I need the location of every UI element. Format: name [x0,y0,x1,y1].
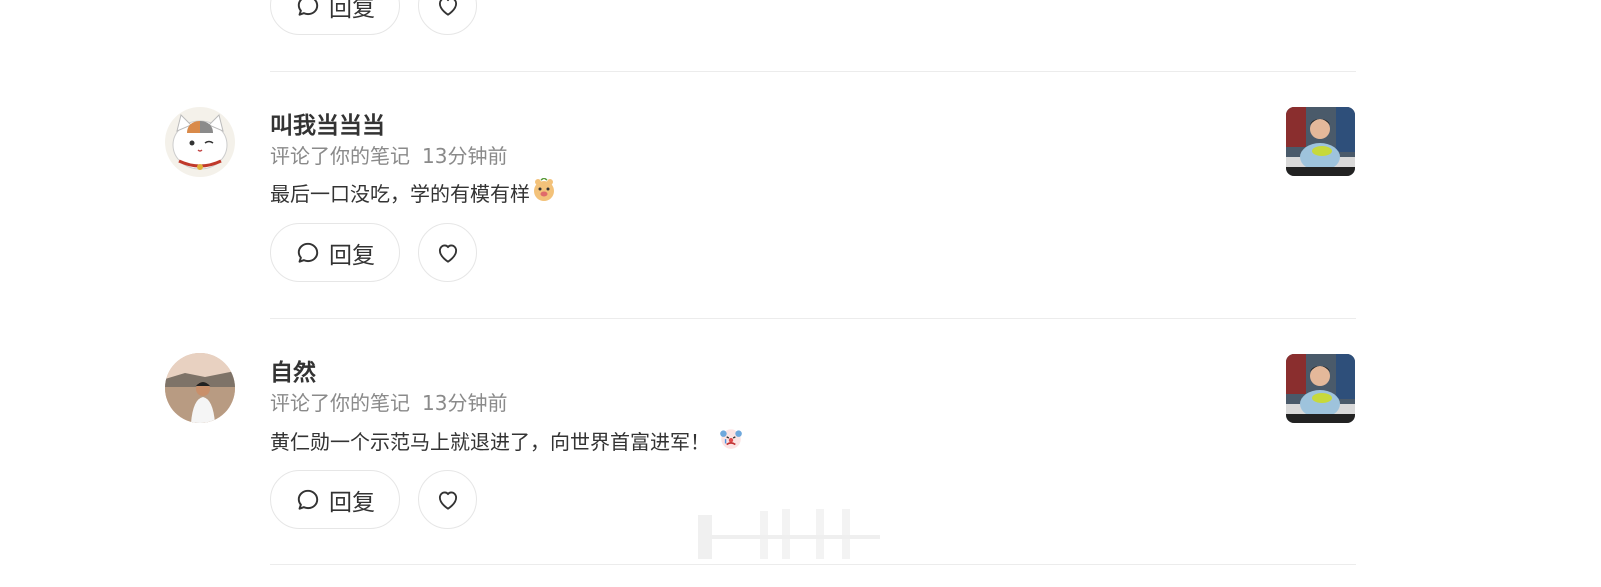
user-avatar[interactable] [165,107,235,177]
comment-text: 黄仁勋一个示范马上就退进了，向世界首富进军！ [270,425,744,456]
comment-bubble-icon [295,240,321,266]
man-outdoor-avatar [165,353,235,423]
user-avatar[interactable] [165,353,235,423]
heart-icon [435,0,461,19]
hamster-emoji [532,177,556,207]
timestamp: 13分钟前 [422,391,508,415]
like-button[interactable] [418,223,477,282]
heart-icon [435,487,461,513]
note-thumbnail[interactable] [1286,107,1355,176]
like-button[interactable] [418,0,477,35]
comment-meta: 评论了你的笔记 13分钟前 [270,140,507,169]
comment-body: 黄仁勋一个示范马上就退进了，向世界首富进军！ [270,430,710,454]
timestamp: 13分钟前 [422,144,508,168]
divider [270,564,1356,565]
reply-button[interactable]: 回复 [270,470,400,529]
comment-bubble-icon [295,487,321,513]
cat-avatar [165,107,235,177]
heart-icon [435,240,461,266]
divider [270,318,1356,319]
comment-actions: 回复 [270,223,477,282]
username[interactable]: 叫我当当当 [270,106,385,140]
comment-actions: 回复 [270,470,477,529]
comment-bubble-icon [295,0,321,19]
reply-label: 回复 [329,242,375,269]
loading-indicator [690,505,890,569]
reply-button[interactable]: 回复 [270,223,400,282]
reply-button[interactable]: 回复 [270,0,400,35]
notification-list: 回复 叫我当当当 评论了你的笔记 13分钟前 最后一口没吃，学的有模有样 回复 … [0,0,1601,587]
divider [270,71,1356,72]
comment-meta: 评论了你的笔记 13分钟前 [270,387,507,416]
action-text: 评论了你的笔记 [270,391,410,415]
action-text: 评论了你的笔记 [270,144,410,168]
username[interactable]: 自然 [270,353,316,387]
like-button[interactable] [418,470,477,529]
note-thumbnail[interactable] [1286,354,1355,423]
comment-body: 最后一口没吃，学的有模有样 [270,182,530,206]
comment-text: 最后一口没吃，学的有模有样 [270,177,556,207]
clown-crying-emoji [718,425,744,456]
partial-action-row: 回复 [270,0,477,35]
reply-label: 回复 [329,489,375,516]
reply-label: 回复 [329,0,375,22]
